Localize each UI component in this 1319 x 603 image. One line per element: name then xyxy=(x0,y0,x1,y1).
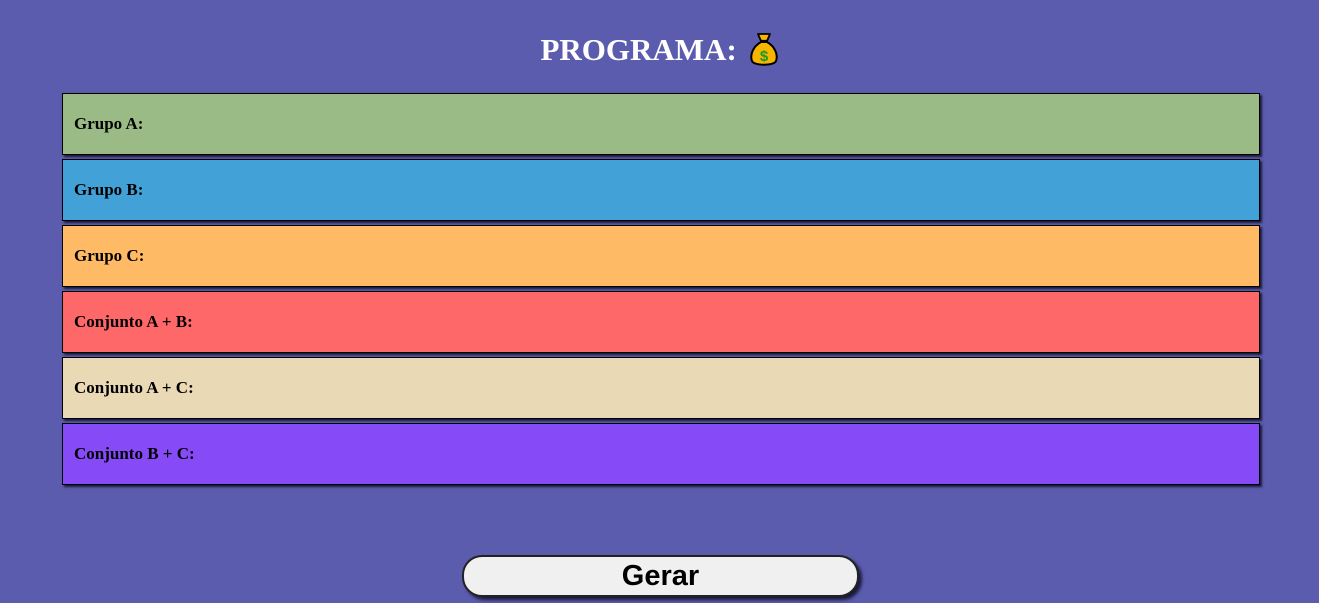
group-row-label: Grupo A: xyxy=(74,114,144,133)
groups-list: Grupo A: Grupo B: Grupo C: Conjunto A + … xyxy=(62,93,1260,489)
page-title-text: PROGRAMA: xyxy=(540,32,737,67)
set-row-b-c: Conjunto B + C: xyxy=(62,423,1260,485)
svg-text:$: $ xyxy=(759,48,768,65)
group-row-b: Grupo B: xyxy=(62,159,1260,221)
group-row-label: Conjunto A + B: xyxy=(74,312,193,331)
generate-button[interactable]: Gerar xyxy=(462,555,859,597)
group-row-label: Grupo C: xyxy=(74,246,145,265)
group-row-a: Grupo A: xyxy=(62,93,1260,155)
group-row-label: Conjunto A + C: xyxy=(74,378,194,397)
group-row-c: Grupo C: xyxy=(62,225,1260,287)
page-title: PROGRAMA: $ xyxy=(0,28,1319,72)
group-row-label: Grupo B: xyxy=(74,180,144,199)
set-row-a-c: Conjunto A + C: xyxy=(62,357,1260,419)
app-page: PROGRAMA: $ Grupo A: Grupo B: Grupo C: C… xyxy=(0,0,1319,603)
set-row-a-b: Conjunto A + B: xyxy=(62,291,1260,353)
group-row-label: Conjunto B + C: xyxy=(74,444,195,463)
money-bag-icon: $ xyxy=(749,30,779,68)
